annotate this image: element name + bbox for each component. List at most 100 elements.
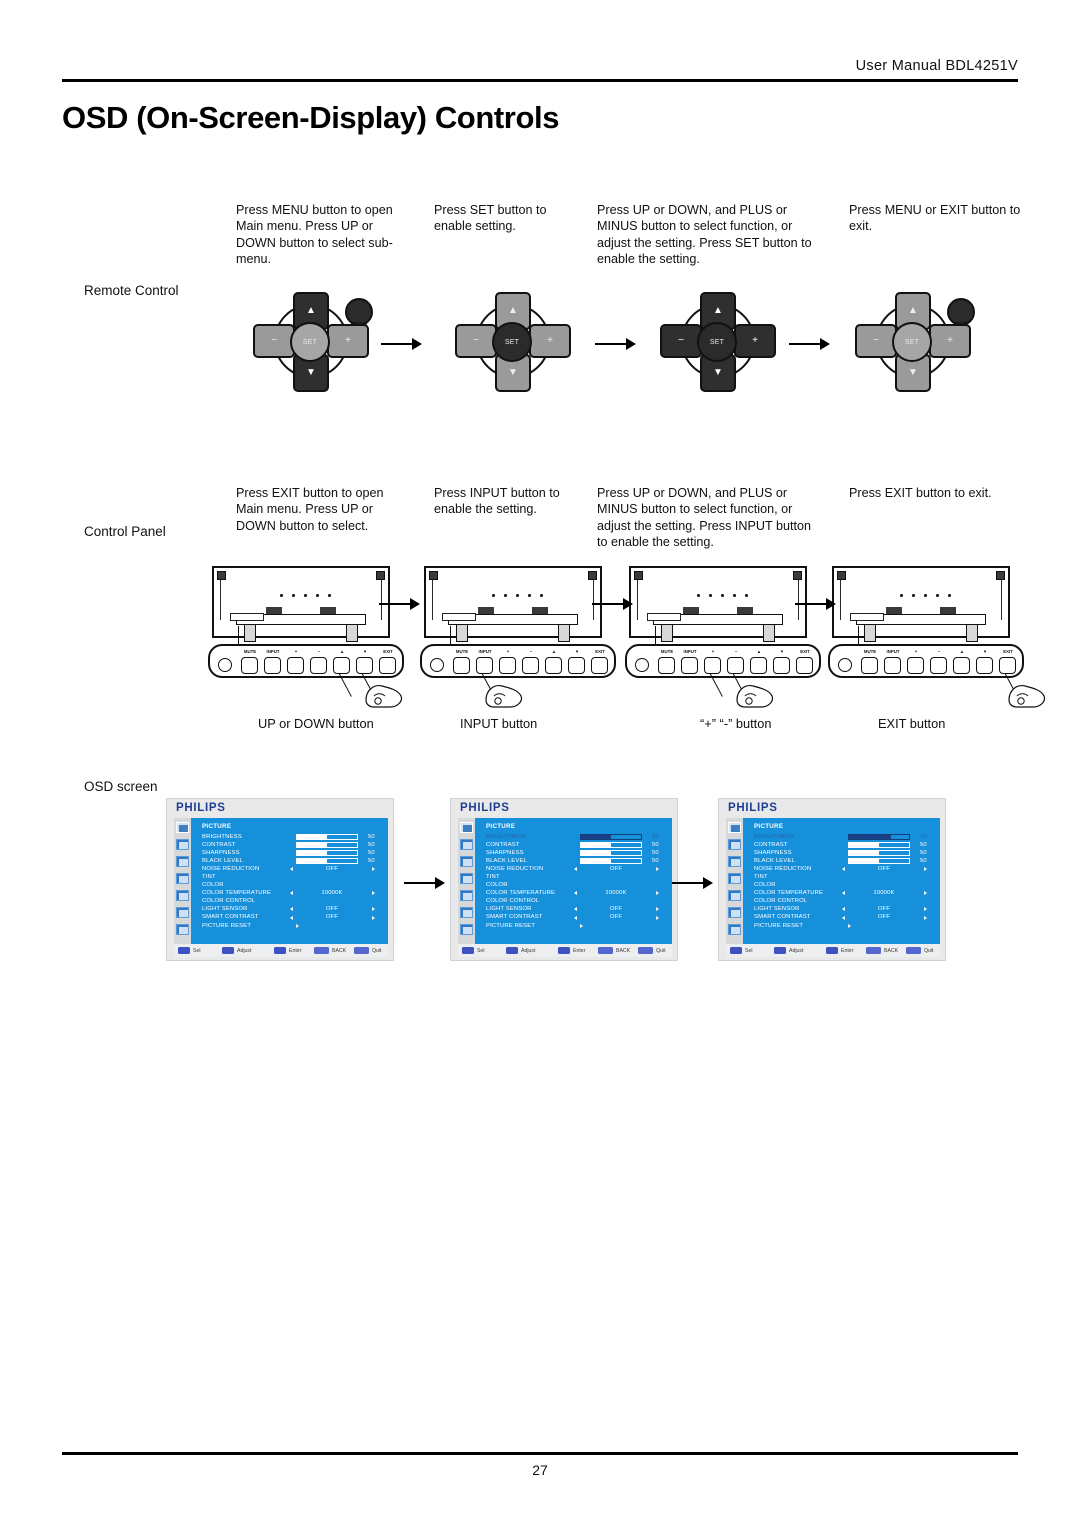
panel-button-key[interactable] bbox=[907, 657, 924, 674]
osd-prev-arrow-icon[interactable] bbox=[290, 915, 293, 920]
panel-button-key[interactable] bbox=[727, 657, 744, 674]
panel-button-key[interactable] bbox=[976, 657, 993, 674]
pip-icon[interactable] bbox=[460, 873, 473, 884]
osd-prev-arrow-icon[interactable] bbox=[290, 891, 293, 896]
osd-menu-item[interactable]: SMART CONTRAST OFF bbox=[486, 914, 664, 922]
picture-icon[interactable] bbox=[176, 822, 189, 833]
osd-menu-item[interactable]: COLOR TEMPERATURE 10000K bbox=[486, 890, 664, 898]
remote-minus-button[interactable]: − bbox=[253, 324, 295, 358]
osd-menu-item[interactable]: LIGHT SENSOR OFF bbox=[202, 906, 380, 914]
osd-next-arrow-icon[interactable] bbox=[656, 915, 659, 920]
osd-next-arrow-icon[interactable] bbox=[924, 891, 927, 896]
osd-prev-arrow-icon[interactable] bbox=[842, 915, 845, 920]
osd-next-arrow-icon[interactable] bbox=[656, 866, 659, 871]
panel-button-mute[interactable] bbox=[861, 657, 878, 674]
configuration1-icon[interactable] bbox=[460, 890, 473, 901]
osd-item-slider[interactable] bbox=[580, 842, 642, 848]
osd-item-slider[interactable] bbox=[580, 834, 642, 840]
panel-button-input[interactable] bbox=[476, 657, 493, 674]
osd-menu-item[interactable]: TINT bbox=[202, 873, 380, 881]
remote-set-button[interactable]: SET bbox=[492, 322, 532, 362]
osd-menu-item[interactable]: BLACK LEVEL 50 bbox=[202, 857, 380, 865]
remote-set-button[interactable]: SET bbox=[892, 322, 932, 362]
configuration2-icon[interactable] bbox=[728, 907, 741, 918]
remote-plus-button[interactable]: + bbox=[929, 324, 971, 358]
panel-button-key[interactable] bbox=[310, 657, 327, 674]
osd-next-arrow-icon[interactable] bbox=[924, 915, 927, 920]
advanced-option-icon[interactable] bbox=[176, 924, 189, 935]
osd-menu-item[interactable]: SHARPNESS 50 bbox=[486, 849, 664, 857]
osd-next-arrow-icon[interactable] bbox=[924, 866, 927, 871]
panel-button-exit[interactable] bbox=[999, 657, 1016, 674]
osd-menu-item[interactable]: COLOR bbox=[202, 882, 380, 890]
configuration2-icon[interactable] bbox=[460, 907, 473, 918]
osd-next-arrow-icon[interactable] bbox=[924, 907, 927, 912]
tiling-icon[interactable] bbox=[728, 856, 741, 867]
osd-next-arrow-icon[interactable] bbox=[372, 915, 375, 920]
pip-icon[interactable] bbox=[176, 873, 189, 884]
panel-button-power[interactable] bbox=[430, 658, 444, 672]
osd-item-slider[interactable] bbox=[848, 858, 910, 864]
osd-item-slider[interactable] bbox=[580, 850, 642, 856]
osd-menu-item[interactable]: LIGHT SENSOR OFF bbox=[486, 906, 664, 914]
panel-button-input[interactable] bbox=[681, 657, 698, 674]
osd-prev-arrow-icon[interactable] bbox=[842, 891, 845, 896]
osd-menu-item[interactable]: TINT bbox=[754, 873, 932, 881]
panel-button-key[interactable] bbox=[287, 657, 304, 674]
osd-prev-arrow-icon[interactable] bbox=[842, 866, 845, 871]
osd-menu-item[interactable]: CONTRAST 50 bbox=[202, 841, 380, 849]
remote-minus-button[interactable]: − bbox=[455, 324, 497, 358]
remote-plus-button[interactable]: + bbox=[327, 324, 369, 358]
osd-item-slider[interactable] bbox=[296, 858, 358, 864]
osd-menu-item[interactable]: BRIGHTNESS 70 bbox=[754, 833, 932, 841]
osd-menu-item[interactable]: NOISE REDUCTION OFF bbox=[202, 865, 380, 873]
osd-menu-item[interactable]: BLACK LEVEL 50 bbox=[754, 857, 932, 865]
osd-item-slider[interactable] bbox=[296, 842, 358, 848]
panel-button-mute[interactable] bbox=[453, 657, 470, 674]
osd-prev-arrow-icon[interactable] bbox=[290, 907, 293, 912]
osd-item-slider[interactable] bbox=[580, 858, 642, 864]
osd-menu-item[interactable]: PICTURE RESET bbox=[754, 922, 932, 930]
panel-button-key[interactable] bbox=[750, 657, 767, 674]
picture-icon[interactable] bbox=[460, 822, 473, 833]
osd-menu-item[interactable]: PICTURE RESET bbox=[202, 922, 380, 930]
osd-prev-arrow-icon[interactable] bbox=[842, 907, 845, 912]
osd-menu-item[interactable]: BRIGHTNESS 50 bbox=[486, 833, 664, 841]
panel-button-key[interactable] bbox=[522, 657, 539, 674]
configuration1-icon[interactable] bbox=[728, 890, 741, 901]
panel-button-power[interactable] bbox=[218, 658, 232, 672]
panel-button-key[interactable] bbox=[704, 657, 721, 674]
osd-menu-item[interactable]: COLOR CONTROL bbox=[486, 898, 664, 906]
osd-menu-item[interactable]: COLOR TEMPERATURE 10000K bbox=[754, 890, 932, 898]
tiling-icon[interactable] bbox=[176, 856, 189, 867]
osd-submenu-arrow-icon[interactable] bbox=[580, 923, 583, 928]
osd-submenu-arrow-icon[interactable] bbox=[848, 923, 851, 928]
osd-menu-item[interactable]: PICTURE RESET bbox=[486, 922, 664, 930]
sound-icon[interactable] bbox=[460, 839, 473, 850]
osd-prev-arrow-icon[interactable] bbox=[574, 891, 577, 896]
panel-button-key[interactable] bbox=[773, 657, 790, 674]
osd-menu-item[interactable]: SHARPNESS 50 bbox=[202, 849, 380, 857]
panel-button-key[interactable] bbox=[333, 657, 350, 674]
osd-menu-item[interactable]: COLOR TEMPERATURE 10000K bbox=[202, 890, 380, 898]
osd-item-slider[interactable] bbox=[848, 834, 910, 840]
osd-next-arrow-icon[interactable] bbox=[372, 891, 375, 896]
osd-next-arrow-icon[interactable] bbox=[372, 907, 375, 912]
osd-prev-arrow-icon[interactable] bbox=[290, 866, 293, 871]
configuration2-icon[interactable] bbox=[176, 907, 189, 918]
panel-button-power[interactable] bbox=[635, 658, 649, 672]
osd-prev-arrow-icon[interactable] bbox=[574, 866, 577, 871]
remote-set-button[interactable]: SET bbox=[290, 322, 330, 362]
panel-button-exit[interactable] bbox=[379, 657, 396, 674]
osd-next-arrow-icon[interactable] bbox=[372, 866, 375, 871]
osd-menu-item[interactable]: NOISE REDUCTION OFF bbox=[486, 865, 664, 873]
advanced-option-icon[interactable] bbox=[460, 924, 473, 935]
osd-menu-item[interactable]: COLOR CONTROL bbox=[754, 898, 932, 906]
osd-next-arrow-icon[interactable] bbox=[656, 907, 659, 912]
osd-menu-item[interactable]: TINT bbox=[486, 873, 664, 881]
advanced-option-icon[interactable] bbox=[728, 924, 741, 935]
sound-icon[interactable] bbox=[176, 839, 189, 850]
osd-prev-arrow-icon[interactable] bbox=[574, 915, 577, 920]
osd-menu-item[interactable]: SMART CONTRAST OFF bbox=[202, 914, 380, 922]
panel-button-key[interactable] bbox=[568, 657, 585, 674]
